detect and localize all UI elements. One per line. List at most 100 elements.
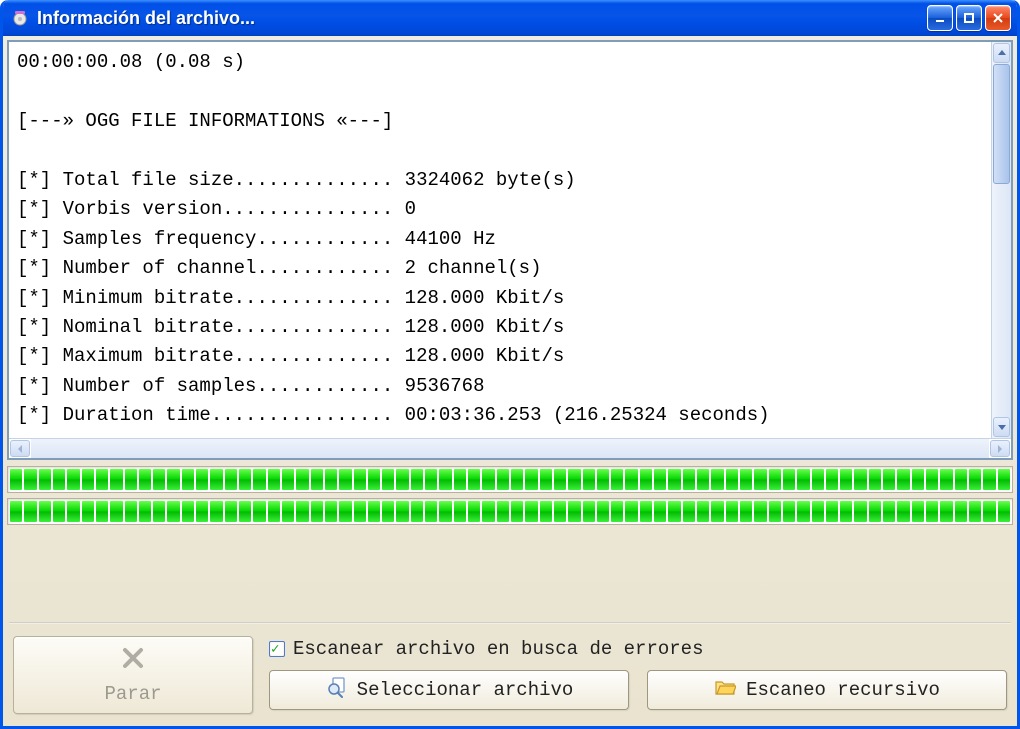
progress-segment bbox=[482, 469, 494, 490]
output-text[interactable]: 00:00:00.08 (0.08 s) [---» OGG FILE INFO… bbox=[9, 42, 991, 438]
progress-segment bbox=[482, 501, 494, 522]
progress-segment bbox=[253, 501, 265, 522]
select-file-label: Seleccionar archivo bbox=[357, 679, 574, 701]
progress-segment bbox=[869, 501, 881, 522]
progress-segment bbox=[640, 501, 652, 522]
progress-segment bbox=[854, 501, 866, 522]
magnifier-file-icon bbox=[325, 676, 347, 704]
progress-segment bbox=[812, 501, 824, 522]
right-column: ✓ Escanear archivo en busca de errores bbox=[269, 636, 1007, 714]
progress-segment bbox=[296, 469, 308, 490]
recursive-scan-button[interactable]: Escaneo recursivo bbox=[647, 670, 1007, 710]
progress-segment bbox=[955, 469, 967, 490]
progress-segment bbox=[210, 501, 222, 522]
progress-segment bbox=[654, 501, 666, 522]
progress-segment bbox=[311, 501, 323, 522]
progress-segment bbox=[797, 469, 809, 490]
progress-segment bbox=[998, 469, 1010, 490]
progress-segment bbox=[325, 501, 337, 522]
progress-segment bbox=[826, 501, 838, 522]
progress-segment bbox=[854, 469, 866, 490]
close-button[interactable] bbox=[985, 5, 1011, 31]
minimize-button[interactable] bbox=[927, 5, 953, 31]
progress-segment bbox=[382, 501, 394, 522]
progress-segment bbox=[955, 501, 967, 522]
progress-segment bbox=[139, 501, 151, 522]
close-icon bbox=[120, 645, 146, 677]
progress-segment bbox=[339, 501, 351, 522]
progress-segment bbox=[969, 501, 981, 522]
progress-segment bbox=[940, 469, 952, 490]
progress-segment bbox=[883, 501, 895, 522]
progress-segment bbox=[439, 501, 451, 522]
progress-segment bbox=[411, 469, 423, 490]
progress-segment bbox=[697, 501, 709, 522]
progress-segment bbox=[726, 501, 738, 522]
progress-segment bbox=[797, 501, 809, 522]
maximize-button[interactable] bbox=[956, 5, 982, 31]
progress-segment bbox=[268, 469, 280, 490]
progress-segment bbox=[253, 469, 265, 490]
scan-errors-checkbox[interactable]: ✓ bbox=[269, 641, 285, 657]
progress-segment bbox=[597, 469, 609, 490]
progress-segment bbox=[726, 469, 738, 490]
progress-segment bbox=[826, 469, 838, 490]
vertical-scrollbar[interactable] bbox=[991, 42, 1011, 438]
scan-errors-label: Escanear archivo en busca de errores bbox=[293, 638, 703, 660]
scroll-thumb[interactable] bbox=[993, 64, 1010, 184]
progress-segment bbox=[912, 469, 924, 490]
progress-segment bbox=[125, 501, 137, 522]
scroll-left-button[interactable] bbox=[10, 440, 30, 457]
progress-segment bbox=[325, 469, 337, 490]
progress-segment bbox=[339, 469, 351, 490]
progress-segment bbox=[812, 469, 824, 490]
progress-segment bbox=[969, 469, 981, 490]
hscroll-track[interactable] bbox=[31, 439, 989, 458]
progress-segment bbox=[740, 469, 752, 490]
progress-segment bbox=[711, 501, 723, 522]
progress-segment bbox=[39, 469, 51, 490]
scroll-up-button[interactable] bbox=[993, 43, 1010, 63]
progress-segment bbox=[182, 501, 194, 522]
progress-segment bbox=[668, 501, 680, 522]
progress-segment bbox=[983, 469, 995, 490]
progress-segment bbox=[625, 501, 637, 522]
progress-segment bbox=[225, 501, 237, 522]
progress-segment bbox=[940, 501, 952, 522]
progress-segment bbox=[153, 469, 165, 490]
scroll-right-button[interactable] bbox=[990, 440, 1010, 457]
progress-segment bbox=[67, 501, 79, 522]
progress-segment bbox=[125, 469, 137, 490]
button-row: Seleccionar archivo Escaneo recursivo bbox=[269, 670, 1007, 710]
progress-segment bbox=[354, 469, 366, 490]
progress-segment bbox=[897, 501, 909, 522]
progress-segment bbox=[354, 501, 366, 522]
progress-segment bbox=[754, 501, 766, 522]
progress-segment bbox=[769, 501, 781, 522]
titlebar[interactable]: Información del archivo... bbox=[3, 0, 1017, 36]
progress-segment bbox=[468, 501, 480, 522]
window-root: Información del archivo... 00:00:00.08 (… bbox=[0, 0, 1020, 729]
progress-segment bbox=[497, 469, 509, 490]
scroll-track[interactable] bbox=[992, 64, 1011, 416]
horizontal-scrollbar[interactable] bbox=[9, 438, 1011, 458]
scroll-down-button[interactable] bbox=[993, 417, 1010, 437]
progress-segment bbox=[568, 469, 580, 490]
stop-button[interactable]: Parar bbox=[13, 636, 253, 714]
progress-segment bbox=[67, 469, 79, 490]
progress-segment bbox=[583, 469, 595, 490]
progress-segment bbox=[525, 469, 537, 490]
select-file-button[interactable]: Seleccionar archivo bbox=[269, 670, 629, 710]
progress-segment bbox=[53, 469, 65, 490]
progress-segment bbox=[268, 501, 280, 522]
app-icon bbox=[11, 9, 29, 27]
progress-segment bbox=[425, 501, 437, 522]
progress-segment bbox=[282, 501, 294, 522]
progress-segment bbox=[883, 469, 895, 490]
progress-segment bbox=[167, 469, 179, 490]
progress-segment bbox=[468, 469, 480, 490]
progress-segment bbox=[311, 469, 323, 490]
progress-segment bbox=[282, 469, 294, 490]
progress-segment bbox=[511, 501, 523, 522]
progress-segment bbox=[754, 469, 766, 490]
